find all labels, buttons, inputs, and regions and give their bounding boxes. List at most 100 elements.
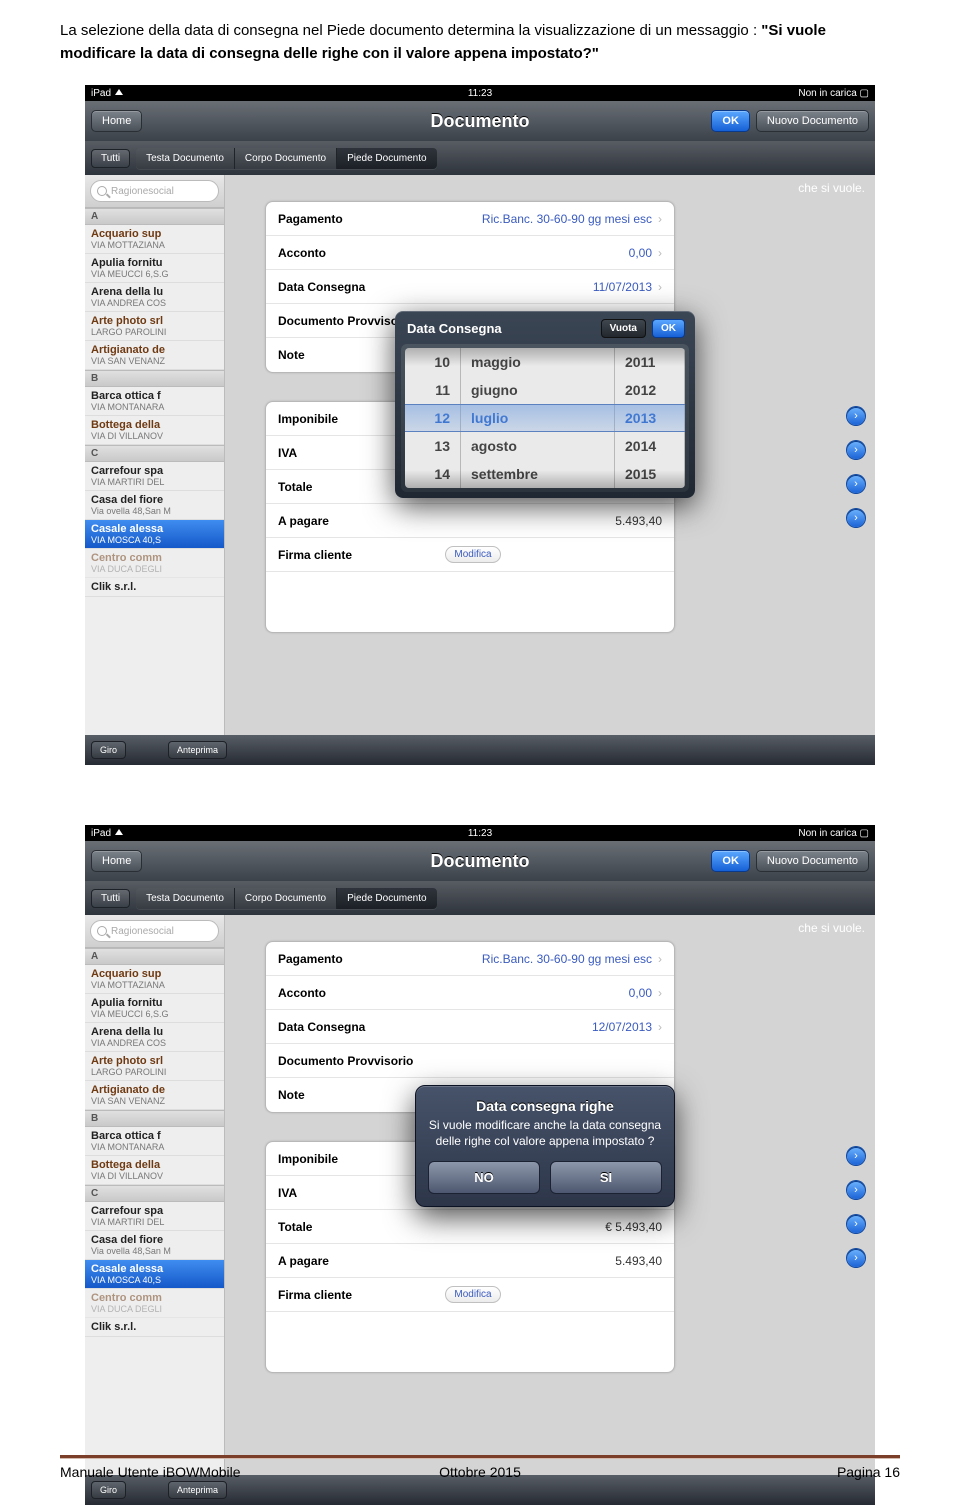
tab-corpo[interactable]: Corpo Documento xyxy=(235,888,337,909)
device-label: iPad xyxy=(91,828,111,839)
chevron-right-icon: › xyxy=(658,952,662,966)
row-data-consegna[interactable]: Data Consegna11/07/2013› xyxy=(266,270,674,304)
list-item[interactable]: Carrefour spaVIA MARTIRI DEL xyxy=(85,1202,224,1231)
list-item[interactable]: Bottega dellaVIA DI VILLANOV xyxy=(85,416,224,445)
detail-disclosure-icon[interactable]: › xyxy=(847,441,865,459)
list-item[interactable]: Carrefour spaVIA MARTIRI DEL xyxy=(85,462,224,491)
customer-sidebar: Ragionesocial A Acquario supVIA MOTTAZIA… xyxy=(85,175,225,735)
alert-si-button[interactable]: SI xyxy=(550,1161,662,1194)
filter-tutti[interactable]: Tutti xyxy=(91,889,130,908)
list-item[interactable]: Barca ottica fVIA MONTANARA xyxy=(85,1127,224,1156)
modifica-button[interactable]: Modifica xyxy=(445,546,500,563)
search-placeholder: Ragionesocial xyxy=(111,926,174,937)
tabs-bar: Tutti Testa Documento Corpo Documento Pi… xyxy=(85,141,875,175)
list-item[interactable]: Acquario supVIA MOTTAZIANA xyxy=(85,965,224,994)
footer-right: Pagina 16 xyxy=(620,1464,900,1480)
detail-disclosure-icon[interactable]: › xyxy=(847,1215,865,1233)
detail-disclosure-icon[interactable]: › xyxy=(847,1181,865,1199)
index-header-c: C xyxy=(85,1185,224,1202)
detail-disclosure-icon[interactable]: › xyxy=(847,1249,865,1267)
detail-disclosure-icon[interactable]: › xyxy=(847,407,865,425)
picker-ok-button[interactable]: OK xyxy=(652,319,685,338)
list-item[interactable]: Casa del fioreVia ovella 48,San M xyxy=(85,1231,224,1260)
bottom-toolbar: Giro Anteprima xyxy=(85,735,875,765)
row-firma: Firma clienteModifica xyxy=(266,1278,674,1312)
status-time: 11:23 xyxy=(350,828,609,839)
row-acconto[interactable]: Acconto0,00› xyxy=(266,976,674,1010)
list-item[interactable]: Artigianato deVIA SAN VENANZ xyxy=(85,341,224,370)
chevron-right-icon: › xyxy=(658,212,662,226)
row-a-pagare: A pagare5.493,40 xyxy=(266,504,674,538)
list-item[interactable]: Clik s.r.l. xyxy=(85,578,224,597)
index-header-a: A xyxy=(85,948,224,965)
list-item[interactable]: Arte photo srlLARGO PAROLINI xyxy=(85,1052,224,1081)
tab-testa[interactable]: Testa Documento xyxy=(136,148,235,169)
detail-disclosure-icon[interactable]: › xyxy=(847,509,865,527)
list-item[interactable]: Arena della luVIA ANDREA COS xyxy=(85,1023,224,1052)
list-item[interactable]: Casa del fioreVia ovella 48,San M xyxy=(85,491,224,520)
panel-hint: che si vuole. xyxy=(225,915,875,941)
panel-hint: che si vuole. xyxy=(225,175,875,201)
list-item[interactable]: Arte photo srlLARGO PAROLINI xyxy=(85,312,224,341)
date-picker-popover: Data Consegna Vuota OK 10 11 12 13 14 xyxy=(395,311,695,498)
chevron-right-icon: › xyxy=(658,986,662,1000)
list-item[interactable]: Bottega dellaVIA DI VILLANOV xyxy=(85,1156,224,1185)
detail-disclosure-icon[interactable]: › xyxy=(847,475,865,493)
index-header-a: A xyxy=(85,208,224,225)
wheel-year-column[interactable]: 2011 2012 2013 2014 2015 xyxy=(615,348,685,488)
document-panel: che si vuole. PagamentoRic.Banc. 30-60-9… xyxy=(225,175,875,735)
signature-area[interactable] xyxy=(266,572,674,632)
search-input[interactable]: Ragionesocial xyxy=(90,180,219,202)
row-doc-provvisorio[interactable]: Documento Provvisorio xyxy=(266,1044,674,1078)
page-footer: Manuale Utente iBOWMobile Ottobre 2015 P… xyxy=(60,1455,900,1480)
list-item[interactable]: Apulia fornituVIA MEUCCI 6,S.G xyxy=(85,254,224,283)
wifi-icon xyxy=(115,829,123,835)
picker-clear-button[interactable]: Vuota xyxy=(601,319,646,338)
row-data-consegna[interactable]: Data Consegna12/07/2013› xyxy=(266,1010,674,1044)
row-acconto[interactable]: Acconto0,00› xyxy=(266,236,674,270)
filter-tutti[interactable]: Tutti xyxy=(91,149,130,168)
signature-area[interactable] xyxy=(266,1312,674,1372)
list-item-selected[interactable]: Casale alessaVIA MOSCA 40,S xyxy=(85,520,224,549)
tab-corpo[interactable]: Corpo Documento xyxy=(235,148,337,169)
anteprima-button[interactable]: Anteprima xyxy=(168,1481,227,1499)
ios-statusbar: iPad 11:23 Non in carica ▢ xyxy=(85,85,875,101)
giro-button[interactable]: Giro xyxy=(91,741,126,759)
list-item[interactable]: Centro commVIA DUCA DEGLI xyxy=(85,549,224,578)
wheel-month-column[interactable]: maggio giugno luglio agosto settembre xyxy=(461,348,615,488)
tab-piede[interactable]: Piede Documento xyxy=(337,148,437,169)
list-item[interactable]: Apulia fornituVIA MEUCCI 6,S.G xyxy=(85,994,224,1023)
wheel-day-column[interactable]: 10 11 12 13 14 xyxy=(405,348,461,488)
status-time: 11:23 xyxy=(350,88,609,99)
index-header-b: B xyxy=(85,1110,224,1127)
index-header-c: C xyxy=(85,445,224,462)
search-input[interactable]: Ragionesocial xyxy=(90,920,219,942)
screenshot-1: iPad 11:23 Non in carica ▢ Home Document… xyxy=(85,85,875,765)
row-a-pagare: A pagare5.493,40 xyxy=(266,1244,674,1278)
row-pagamento[interactable]: PagamentoRic.Banc. 30-60-90 gg mesi esc› xyxy=(266,942,674,976)
list-item[interactable]: Clik s.r.l. xyxy=(85,1318,224,1337)
alert-title: Data consegna righe xyxy=(428,1098,662,1114)
chevron-right-icon: › xyxy=(658,1020,662,1034)
modifica-button[interactable]: Modifica xyxy=(445,1286,500,1303)
date-wheel[interactable]: 10 11 12 13 14 maggio giugno luglio agos… xyxy=(405,348,685,488)
tab-piede[interactable]: Piede Documento xyxy=(337,888,437,909)
picker-title: Data Consegna xyxy=(407,321,502,336)
footer-divider xyxy=(60,1455,900,1458)
list-item[interactable]: Barca ottica fVIA MONTANARA xyxy=(85,387,224,416)
alert-no-button[interactable]: NO xyxy=(428,1161,540,1194)
intro-pre: La selezione della data di consegna nel … xyxy=(60,22,761,39)
tab-testa[interactable]: Testa Documento xyxy=(136,888,235,909)
chevron-right-icon: › xyxy=(658,280,662,294)
list-item[interactable]: Artigianato deVIA SAN VENANZ xyxy=(85,1081,224,1110)
row-pagamento[interactable]: PagamentoRic.Banc. 30-60-90 gg mesi esc› xyxy=(266,202,674,236)
giro-button[interactable]: Giro xyxy=(91,1481,126,1499)
anteprima-button[interactable]: Anteprima xyxy=(168,741,227,759)
search-icon xyxy=(97,186,107,196)
list-item[interactable]: Acquario supVIA MOTTAZIANA xyxy=(85,225,224,254)
list-item[interactable]: Arena della luVIA ANDREA COS xyxy=(85,283,224,312)
search-icon xyxy=(97,926,107,936)
list-item[interactable]: Centro commVIA DUCA DEGLI xyxy=(85,1289,224,1318)
detail-disclosure-icon[interactable]: › xyxy=(847,1147,865,1165)
list-item-selected[interactable]: Casale alessaVIA MOSCA 40,S xyxy=(85,1260,224,1289)
